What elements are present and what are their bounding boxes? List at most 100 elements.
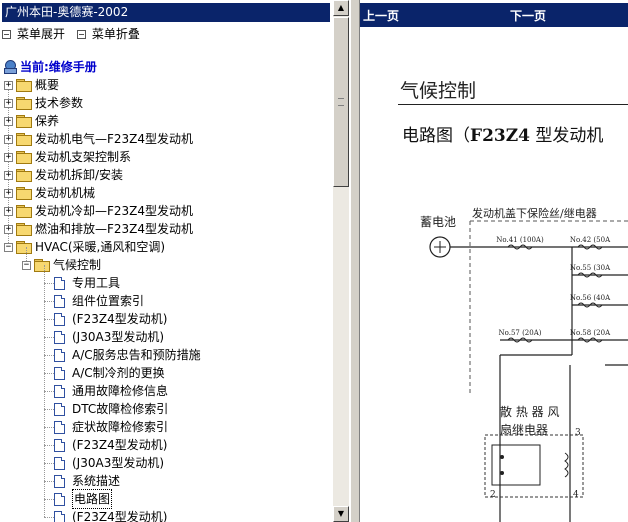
page-nav-bar: 上一页 下一页 <box>360 3 628 27</box>
tree-item-label: DTC故障检修索引 <box>72 402 169 416</box>
tree-leaf-item[interactable]: 组件位置索引 <box>54 292 144 310</box>
collapse-menu-button[interactable]: 菜单折叠 <box>76 25 140 43</box>
navigation-pane: 广州本田-奥德赛-2002 菜单展开 菜单折叠 当前:维修手册 + 概要 + 技术参数… <box>0 0 350 522</box>
tree-leaf-item[interactable]: (J30A3型发动机) <box>54 454 164 472</box>
tree-leaf-item[interactable]: (F23Z4型发动机) <box>54 508 167 522</box>
prev-page-link[interactable]: 上一页 <box>363 7 399 24</box>
tree-item-label: 通用故障检修信息 <box>72 384 169 398</box>
tree-folder-item[interactable]: + 发动机机械 <box>4 184 95 202</box>
subtitle-suffix: 型发动机 <box>529 126 604 146</box>
tree-leaf-item[interactable]: DTC故障检修索引 <box>54 400 168 418</box>
expand-menu-button[interactable]: 菜单展开 <box>2 25 65 43</box>
tree-guide-line <box>44 517 54 518</box>
folder-icon <box>16 151 32 164</box>
tree-leaf-item[interactable]: 专用工具 <box>54 274 120 292</box>
scroll-thumb[interactable] <box>333 17 349 187</box>
tree-item-label: 发动机冷却—F23Z4型发动机 <box>35 204 194 218</box>
folder-icon <box>16 169 32 182</box>
subtitle-prefix: 电路图（ <box>402 126 470 146</box>
document-icon <box>54 402 65 416</box>
tree-leaf-item[interactable]: A/C制冷剂的更换 <box>54 364 165 382</box>
folder-icon <box>16 97 32 110</box>
tree-folder-item[interactable]: − 气候控制 <box>22 256 101 274</box>
tree-item-label: 发动机电气—F23Z4型发动机 <box>35 132 194 146</box>
tree-guide-line <box>44 283 54 284</box>
scroll-down-button[interactable]: ▼ <box>333 506 349 522</box>
expand-toggle-icon[interactable]: + <box>4 116 13 126</box>
tree-item-label: (F23Z4型发动机) <box>72 438 168 452</box>
tree-guide-line <box>44 427 54 428</box>
document-icon <box>54 510 65 522</box>
tree-folder-item[interactable]: + 发动机电气—F23Z4型发动机 <box>4 130 193 148</box>
tree-folder-item[interactable]: − HVAC(采暖,通风和空调) <box>4 238 165 256</box>
tree-guide-line <box>44 481 54 482</box>
tree-folder-item[interactable]: + 发动机冷却—F23Z4型发动机 <box>4 202 193 220</box>
doc-subtitle: 电路图（F23Z4 型发动机 <box>402 121 603 146</box>
tree-item-label: 发动机拆卸/安装 <box>35 168 124 182</box>
expand-toggle-icon[interactable]: + <box>4 134 13 144</box>
expand-toggle-icon[interactable]: + <box>4 224 13 234</box>
tree-guide-line <box>44 355 54 356</box>
document-icon <box>54 312 65 326</box>
tree-leaf-item[interactable]: (F23Z4型发动机) <box>54 310 167 328</box>
tree-item-label: 保养 <box>35 114 60 128</box>
tree-scrollbar[interactable]: ▲ ▼ <box>333 0 349 522</box>
tree-item-label: 组件位置索引 <box>72 294 145 308</box>
fuse-label: No.42 (50A <box>570 236 611 244</box>
tree-item-label: 燃油和排放—F23Z4型发动机 <box>35 222 194 236</box>
relay-label-1: 散 热 器 风 <box>500 404 559 419</box>
folder-icon <box>16 79 32 92</box>
next-page-link[interactable]: 下一页 <box>510 7 546 24</box>
tree-item-label: (F23Z4型发动机) <box>72 510 168 522</box>
tree-folder-item[interactable]: + 概要 <box>4 76 59 94</box>
folder-icon <box>16 205 32 218</box>
tree-guide-line <box>44 499 54 500</box>
expand-toggle-icon[interactable]: + <box>4 188 13 198</box>
pin-4: 4 <box>573 490 579 500</box>
fuse-label: No.58 (20A <box>570 329 611 337</box>
expand-icon <box>2 29 11 39</box>
tree-item-label: (F23Z4型发动机) <box>72 312 168 326</box>
tree-folder-item[interactable]: + 技术参数 <box>4 94 83 112</box>
document-pane: 上一页 下一页 气候控制 电路图（F23Z4 型发动机 蓄电池 发动机盖下保险丝… <box>360 0 628 522</box>
expand-toggle-icon[interactable]: + <box>4 152 13 162</box>
tree-leaf-item[interactable]: 系统描述 <box>54 472 120 490</box>
fuse-label: No.55 (30A <box>570 264 611 272</box>
title-divider <box>398 104 628 105</box>
scroll-up-button[interactable]: ▲ <box>333 0 349 16</box>
tree-item-label-selected: 电路图 <box>72 489 113 509</box>
folder-icon <box>16 133 32 146</box>
tree-item-label: 症状故障检修索引 <box>72 420 169 434</box>
tree-folder-item[interactable]: + 保养 <box>4 112 59 130</box>
tree-folder-item[interactable]: + 发动机支架控制系 <box>4 148 131 166</box>
tree-item-label: 技术参数 <box>35 96 84 110</box>
pane-splitter[interactable] <box>350 0 360 522</box>
expand-menu-label: 菜单展开 <box>17 27 66 41</box>
tree-leaf-item[interactable]: 症状故障检修索引 <box>54 418 168 436</box>
document-icon <box>54 366 65 380</box>
pin-2: 2 <box>490 490 496 500</box>
tree-folder-item[interactable]: + 发动机拆卸/安装 <box>4 166 123 184</box>
expand-toggle-icon[interactable]: + <box>4 80 13 90</box>
tree-leaf-item[interactable]: 电路图 <box>54 489 113 509</box>
tree-leaf-item[interactable]: (F23Z4型发动机) <box>54 436 167 454</box>
collapse-toggle-icon[interactable]: − <box>22 260 31 270</box>
fusebox-label: 发动机盖下保险丝/继电器 <box>472 206 597 220</box>
open-folder-icon <box>16 241 32 254</box>
expand-toggle-icon[interactable]: + <box>4 206 13 216</box>
tree-folder-item[interactable]: + 燃油和排放—F23Z4型发动机 <box>4 220 193 238</box>
tree-item-label: HVAC(采暖,通风和空调) <box>35 240 166 254</box>
tree-leaf-item[interactable]: 通用故障检修信息 <box>54 382 168 400</box>
expand-toggle-icon[interactable]: + <box>4 98 13 108</box>
tree-guide-line <box>44 391 54 392</box>
tree-item-label: A/C制冷剂的更换 <box>72 366 165 380</box>
collapse-toggle-icon[interactable]: − <box>4 242 13 252</box>
battery-label: 蓄电池 <box>420 215 456 229</box>
tree-leaf-item[interactable]: (J30A3型发动机) <box>54 328 164 346</box>
document-icon <box>54 474 65 488</box>
document-icon <box>54 438 65 452</box>
tree-leaf-item[interactable]: A/C服务忠告和预防措施 <box>54 346 201 364</box>
expand-toggle-icon[interactable]: + <box>4 170 13 180</box>
fuse-label: No.56 (40A <box>570 294 611 302</box>
tree-guide-line <box>44 301 54 302</box>
